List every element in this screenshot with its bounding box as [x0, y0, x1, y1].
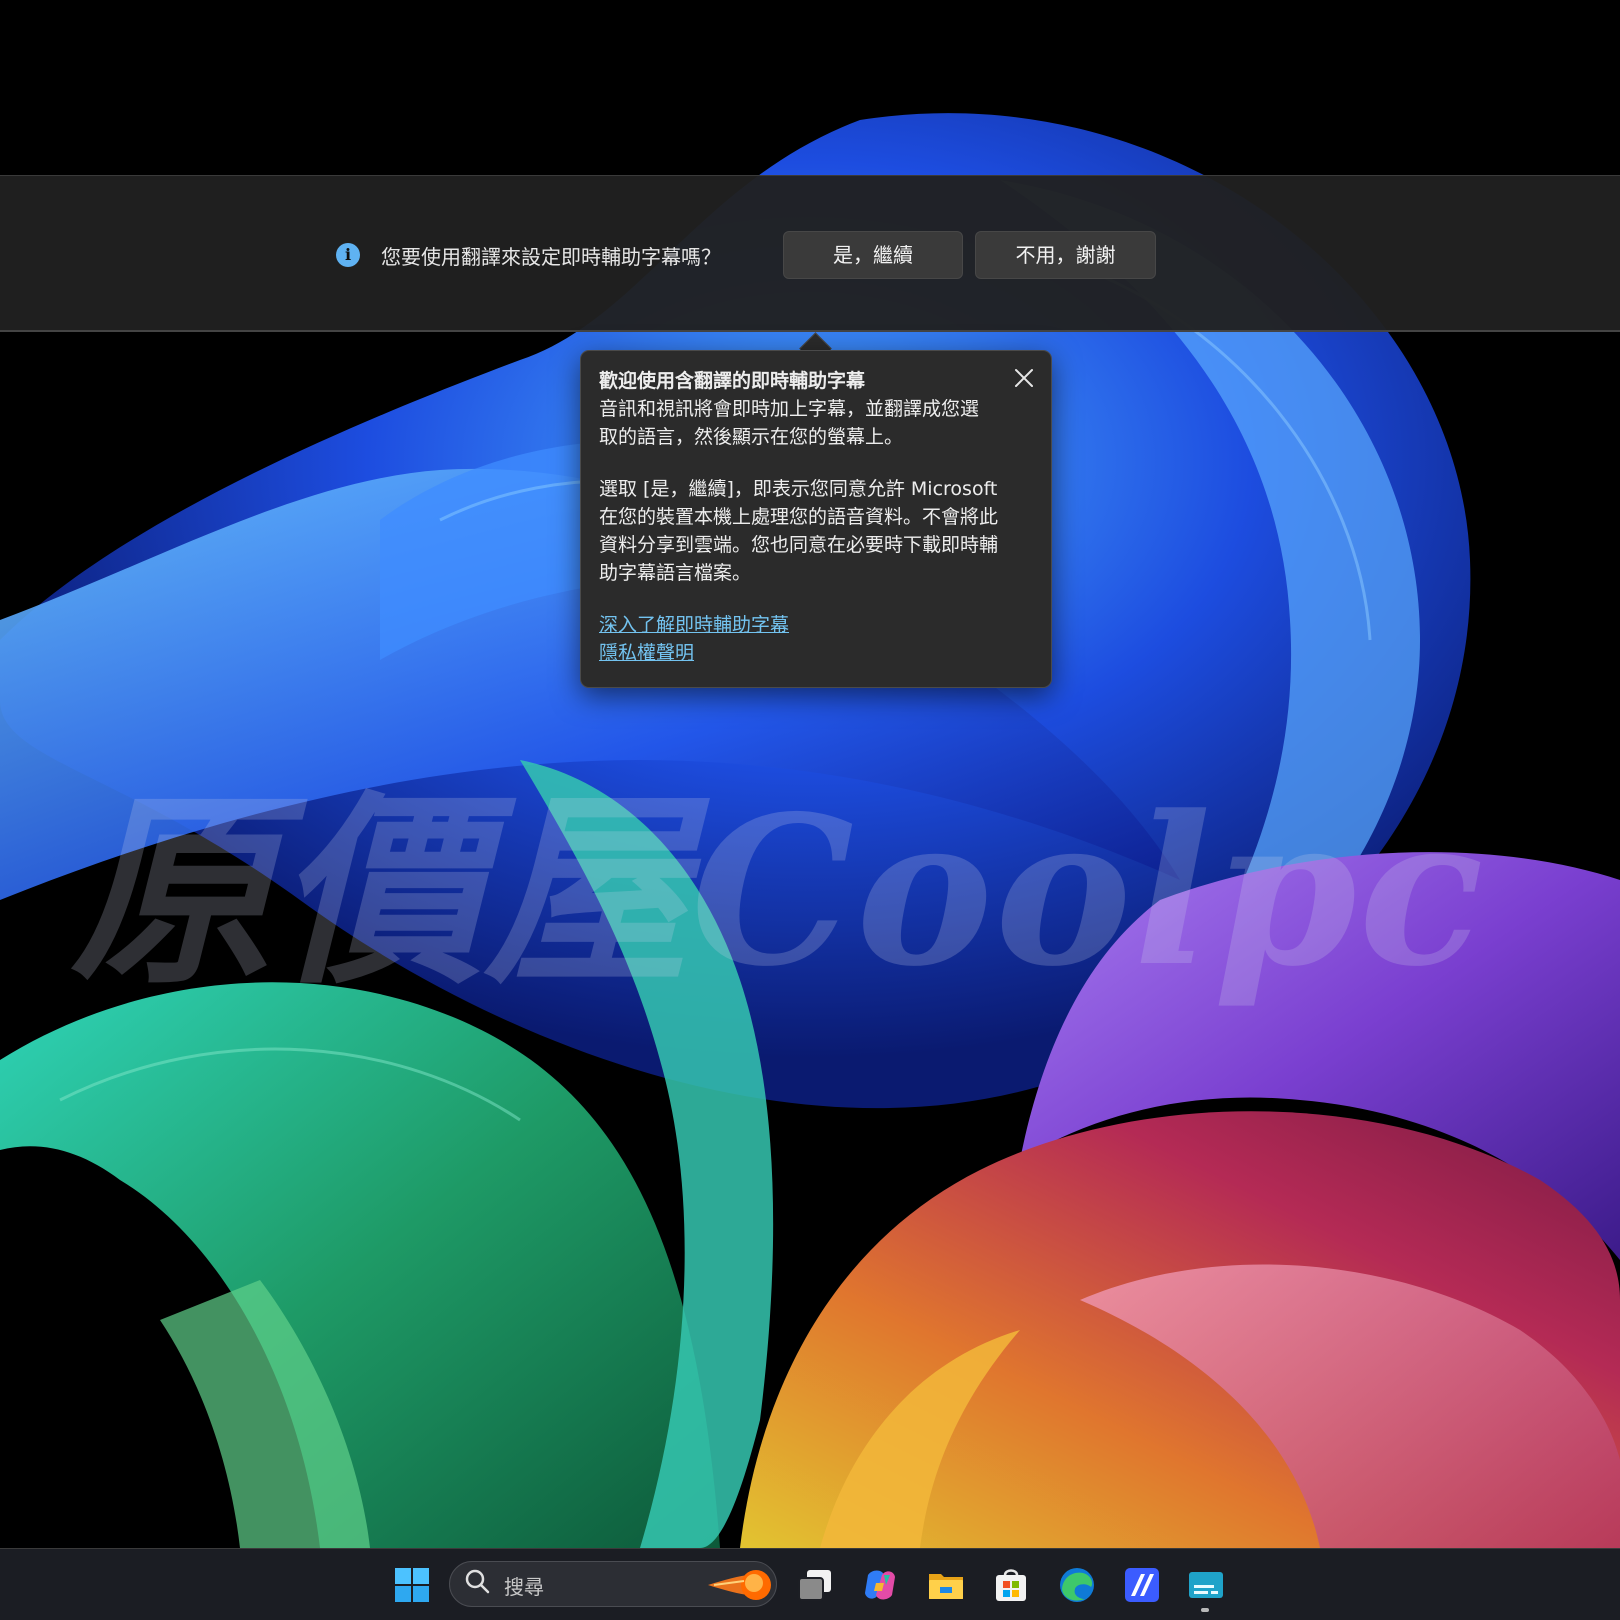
- tip-description: 音訊和視訊將會即時加上字幕，並翻譯成您選取的語言，然後顯示在您的螢幕上。: [599, 398, 980, 448]
- file-explorer-icon[interactable]: [926, 1565, 966, 1605]
- microsoft-store-icon[interactable]: [991, 1565, 1031, 1605]
- live-captions-icon[interactable]: [1186, 1565, 1226, 1605]
- tip-title: 歡迎使用含翻譯的即時輔助字幕: [599, 370, 866, 392]
- close-icon: [1015, 369, 1033, 387]
- close-button[interactable]: [1011, 365, 1037, 391]
- copilot-icon[interactable]: [860, 1565, 900, 1605]
- windows-start-icon[interactable]: [392, 1565, 432, 1605]
- search-highlight-icon[interactable]: [704, 1564, 774, 1606]
- task-view-icon[interactable]: [795, 1565, 835, 1605]
- search-icon: [465, 1569, 490, 1594]
- app-icon[interactable]: [1122, 1565, 1162, 1605]
- edge-icon[interactable]: [1057, 1565, 1097, 1605]
- active-app-indicator: [1201, 1608, 1209, 1612]
- tip-consent-text: 選取 [是，繼續]，即表示您同意允許 Microsoft 在您的裝置本機上處理您…: [599, 478, 999, 584]
- translation-prompt: 您要使用翻譯來設定即時輔助字幕嗎？: [381, 245, 721, 269]
- watermark-text: 原價屋Coolpc: [70, 772, 1486, 1012]
- info-icon: i: [336, 243, 360, 267]
- yes-continue-button[interactable]: 是，繼續: [783, 231, 963, 279]
- teaching-tip: 歡迎使用含翻譯的即時輔助字幕 音訊和視訊將會即時加上字幕，並翻譯成您選取的語言，…: [580, 350, 1052, 688]
- search-placeholder: 搜尋: [504, 1575, 544, 1599]
- privacy-statement-link[interactable]: 隱私權聲明: [599, 639, 1033, 667]
- no-thanks-button[interactable]: 不用，謝謝: [975, 231, 1156, 279]
- learn-more-link[interactable]: 深入了解即時輔助字幕: [599, 611, 1033, 639]
